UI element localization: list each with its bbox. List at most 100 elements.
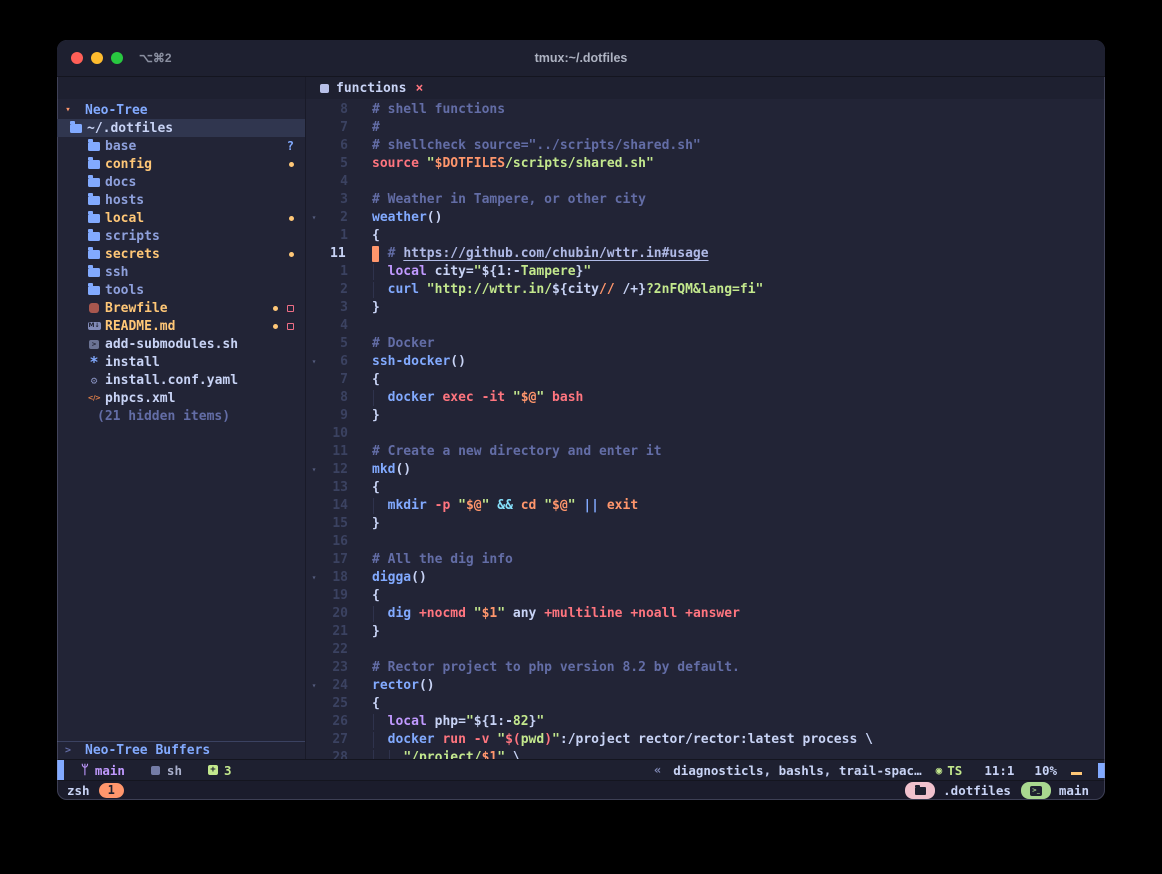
code-line[interactable]: 11 # https://github.com/chubin/wttr.in#u…	[306, 245, 1105, 263]
code-line[interactable]: 1 local city="${1:-Tampere}"	[306, 263, 1105, 281]
tree-item[interactable]: scripts	[57, 227, 305, 245]
code-line[interactable]: 8 docker exec -it "$@" bash	[306, 389, 1105, 407]
gutter: ▾18	[306, 569, 348, 587]
tree-item[interactable]: >add-submodules.sh	[57, 335, 305, 353]
code-line[interactable]: 15}	[306, 515, 1105, 533]
fold-column	[306, 281, 322, 299]
code-line[interactable]: 14 mkdir -p "$@" && cd "$@" || exit	[306, 497, 1105, 515]
fold-column	[306, 695, 322, 713]
tree-item[interactable]: hosts	[57, 191, 305, 209]
buffers-section-title: Neo-Tree Buffers	[85, 743, 210, 758]
token-fg	[372, 714, 388, 729]
line-number: 6	[322, 353, 348, 371]
token-kw: +noall	[630, 606, 677, 621]
code-line[interactable]: 26 local php="${1:-82}"	[306, 713, 1105, 731]
code-line[interactable]: 7{	[306, 371, 1105, 389]
line-text: {	[372, 227, 1105, 245]
tree-item[interactable]: docs	[57, 173, 305, 191]
code-line[interactable]: 25{	[306, 695, 1105, 713]
token-fg	[372, 750, 403, 759]
fold-chevron-icon[interactable]: ▾	[306, 569, 322, 587]
gutter: 27	[306, 731, 348, 749]
code-line[interactable]: ▾12mkd()	[306, 461, 1105, 479]
code-line[interactable]: 8# shell functions	[306, 101, 1105, 119]
tree-item[interactable]: ⚙install.conf.yaml	[57, 371, 305, 389]
token-fg: ${city	[552, 282, 599, 297]
code-line[interactable]: 19{	[306, 587, 1105, 605]
tree-item[interactable]: tools	[57, 281, 305, 299]
fold-chevron-icon[interactable]: ▾	[306, 677, 322, 695]
tree-item[interactable]: *install	[57, 353, 305, 371]
tab-functions[interactable]: functions ×	[306, 77, 435, 99]
fold-chevron-icon[interactable]: ▾	[306, 353, 322, 371]
gutter: 5	[306, 335, 348, 353]
code-line[interactable]: ▾2weather()	[306, 209, 1105, 227]
code-line[interactable]: 28 "/project/$1" \	[306, 749, 1105, 759]
fold-chevron-icon[interactable]: ▾	[306, 461, 322, 479]
token-fg: }	[372, 300, 380, 315]
code-line[interactable]: 20 dig +nocmd "$1" any +multiline +noall…	[306, 605, 1105, 623]
gutter: 1	[306, 227, 348, 245]
line-text: local city="${1:-Tampere}"	[372, 263, 1105, 281]
tree-item[interactable]: ssh	[57, 263, 305, 281]
tree-item[interactable]: config	[57, 155, 305, 173]
neo-tree-buffers-section[interactable]: > Neo-Tree Buffers	[57, 741, 305, 759]
tree-item[interactable]: local	[57, 209, 305, 227]
token-str: "	[427, 156, 435, 171]
code-line[interactable]: ▾6 ssh-docker()	[306, 353, 1105, 371]
code-line[interactable]: 6# shellcheck source="../scripts/shared.…	[306, 137, 1105, 155]
close-tab-icon[interactable]: ×	[415, 81, 423, 96]
code-line[interactable]: 2 curl "http://wttr.in/${city// /+}?2nFQ…	[306, 281, 1105, 299]
code-line[interactable]: 4	[306, 317, 1105, 335]
tree-item[interactable]: base?	[57, 137, 305, 155]
code-line[interactable]: 5source "$DOTFILES/scripts/shared.sh"	[306, 155, 1105, 173]
fold-chevron-icon[interactable]: ▾	[306, 209, 322, 227]
tree-item[interactable]: Brewfile	[57, 299, 305, 317]
tree-item[interactable]: secrets	[57, 245, 305, 263]
code-line[interactable]: 23# Rector project to php version 8.2 by…	[306, 659, 1105, 677]
tree-item[interactable]: ~/.dotfiles	[57, 119, 305, 137]
code-line[interactable]: 17# All the dig info	[306, 551, 1105, 569]
token-fg	[372, 390, 388, 405]
token-c: # Create a new directory and enter it	[372, 444, 662, 459]
token-fg: }	[372, 408, 380, 423]
line-number: 17	[322, 551, 348, 569]
token-fg	[372, 498, 388, 513]
token-str: "	[497, 732, 505, 747]
code-line[interactable]: 3# Weather in Tampere, or other city	[306, 191, 1105, 209]
code-line[interactable]: 1{	[306, 227, 1105, 245]
code-line[interactable]: 7#	[306, 119, 1105, 137]
tmux-window-name[interactable]: zsh	[67, 783, 90, 798]
token-str: "	[552, 732, 560, 747]
fold-column	[306, 659, 322, 677]
close-window-button[interactable]	[71, 52, 83, 64]
tmux-window-index[interactable]: 1	[99, 783, 124, 798]
window-shortcut-label: ⌥⌘2	[139, 51, 172, 65]
code-line[interactable]: 4	[306, 173, 1105, 191]
line-text: ssh-docker()	[372, 353, 1105, 371]
tree-item-label: hosts	[105, 193, 144, 208]
code-line[interactable]: 3}	[306, 299, 1105, 317]
fold-column	[306, 317, 322, 335]
code-line[interactable]: 13{	[306, 479, 1105, 497]
code-line[interactable]: 21}	[306, 623, 1105, 641]
tree-item[interactable]: M↓README.md	[57, 317, 305, 335]
folder-icon	[88, 160, 100, 169]
tree-item[interactable]: </>phpcs.xml	[57, 389, 305, 407]
code-line[interactable]: 22	[306, 641, 1105, 659]
line-text: # shellcheck source="../scripts/shared.s…	[372, 137, 1105, 155]
code-area[interactable]: 8# shell functions7#6# shellcheck source…	[306, 99, 1105, 759]
line-text: # https://github.com/chubin/wttr.in#usag…	[372, 245, 1105, 263]
zoom-window-button[interactable]	[111, 52, 123, 64]
code-line[interactable]: 9}	[306, 407, 1105, 425]
code-line[interactable]: 16	[306, 533, 1105, 551]
code-line[interactable]: ▾18digga()	[306, 569, 1105, 587]
minimize-window-button[interactable]	[91, 52, 103, 64]
code-line[interactable]: 27 docker run -v "$(pwd)":/project recto…	[306, 731, 1105, 749]
neo-tree-header[interactable]: ▾ Neo-Tree	[57, 101, 305, 119]
code-line[interactable]: 10	[306, 425, 1105, 443]
code-line[interactable]: 5# Docker	[306, 335, 1105, 353]
code-line[interactable]: 11# Create a new directory and enter it	[306, 443, 1105, 461]
code-line[interactable]: ▾24rector()	[306, 677, 1105, 695]
line-number: 1	[322, 263, 348, 281]
